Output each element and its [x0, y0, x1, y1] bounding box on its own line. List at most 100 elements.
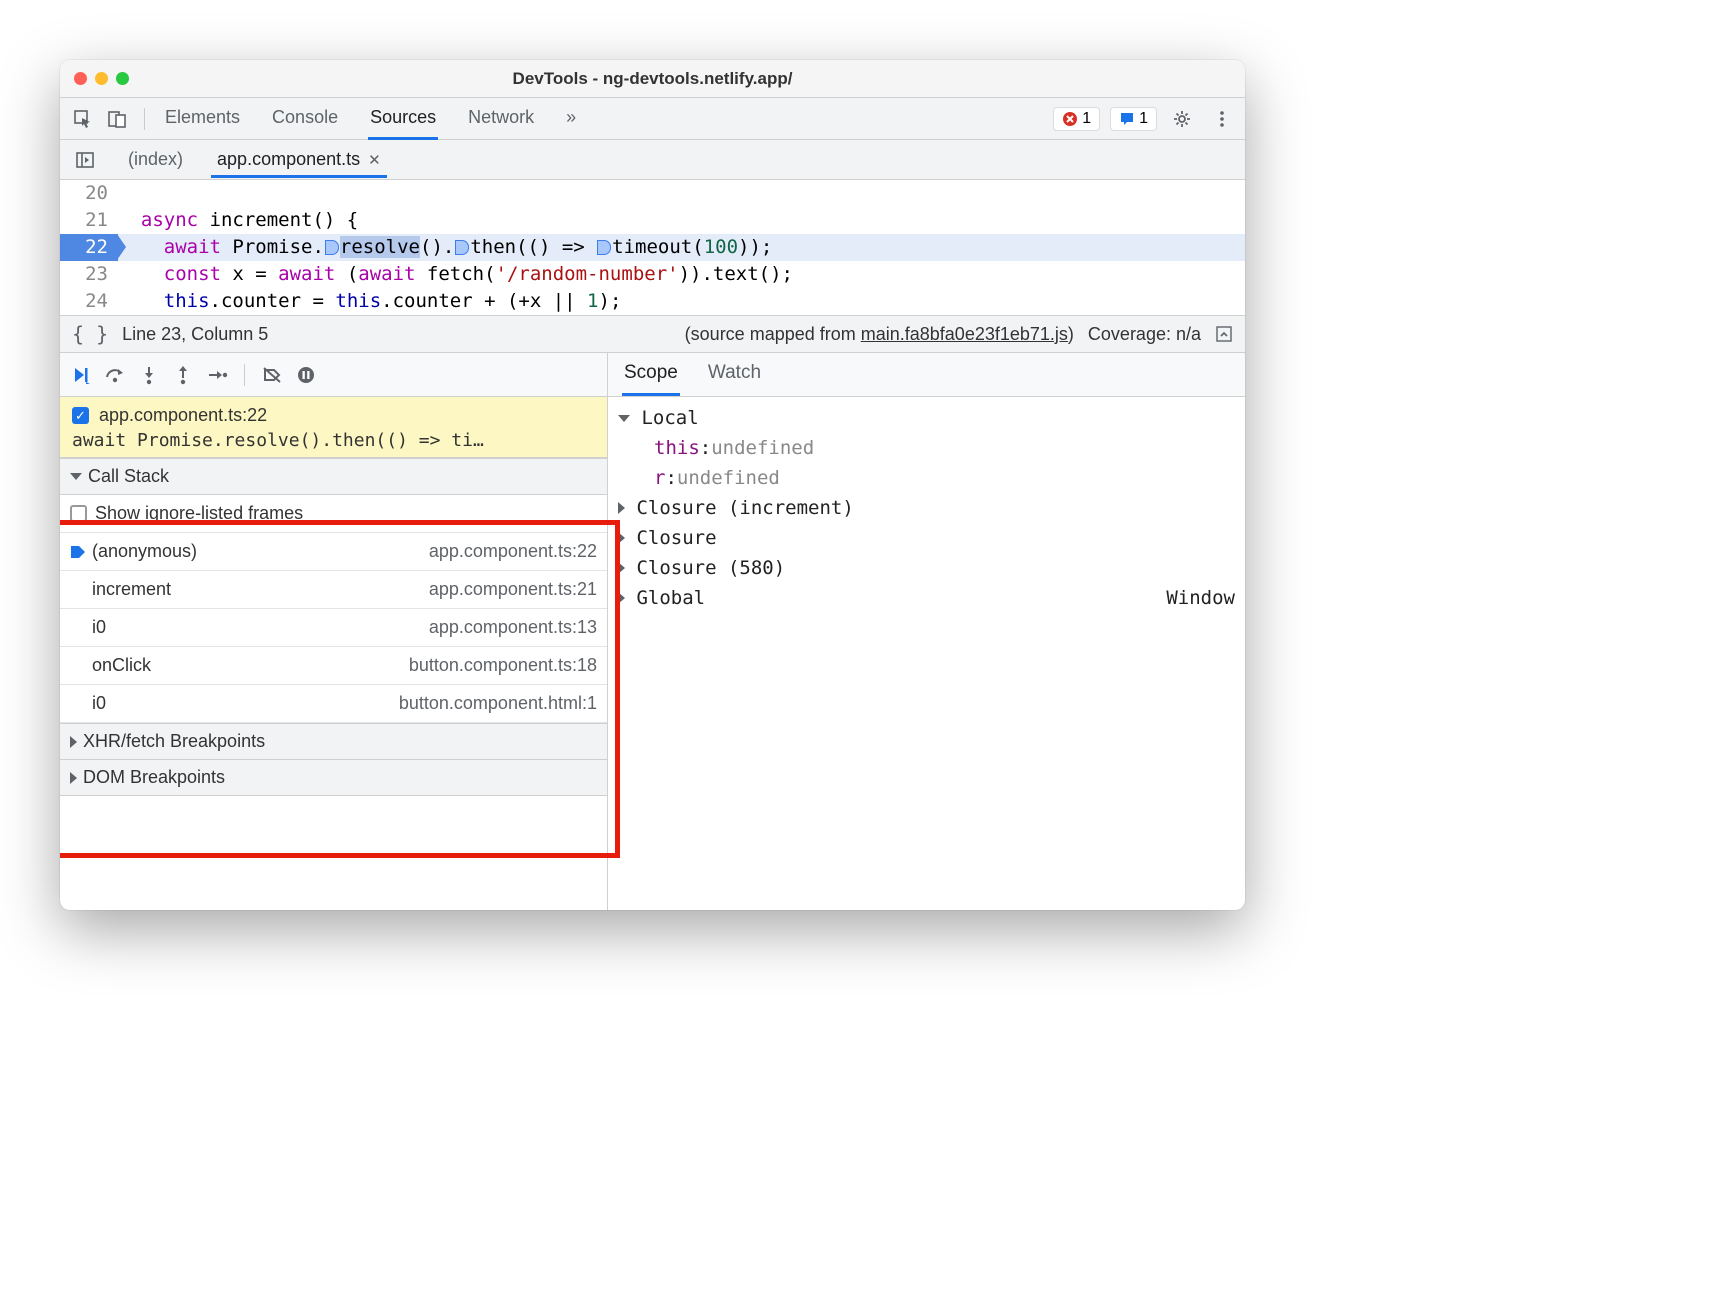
separator — [244, 364, 245, 386]
line-number[interactable]: 20 — [60, 180, 118, 207]
code-line: await Promise.resolve().then(() => timeo… — [118, 234, 1245, 261]
call-stack-frame[interactable]: (anonymous) app.component.ts:22 — [60, 533, 607, 571]
source-map-link[interactable]: main.fa8bfa0e23f1eb71.js — [861, 324, 1068, 344]
deactivate-breakpoints-icon[interactable] — [261, 364, 283, 386]
scope-list: Local this: undefined r: undefined Closu… — [608, 397, 1245, 619]
frame-location: app.component.ts:22 — [429, 541, 597, 562]
scope-closure-580[interactable]: Closure (580) — [608, 553, 1245, 583]
toolbar-right: 1 1 — [1053, 104, 1237, 134]
breakpoint-label[interactable]: app.component.ts:22 — [99, 405, 267, 426]
call-stack-frame[interactable]: increment app.component.ts:21 — [60, 571, 607, 609]
scope-closure[interactable]: Closure — [608, 523, 1245, 553]
chevron-down-icon — [70, 473, 82, 480]
tab-network[interactable]: Network — [466, 98, 536, 140]
pretty-print-icon[interactable]: { } — [72, 322, 108, 346]
issues-badge[interactable]: 1 — [1110, 107, 1157, 131]
close-window-button[interactable] — [74, 72, 87, 85]
frame-location: app.component.ts:13 — [429, 617, 597, 638]
section-label: DOM Breakpoints — [83, 767, 225, 788]
frame-function: onClick — [92, 655, 151, 676]
maximize-window-button[interactable] — [116, 72, 129, 85]
paused-breakpoint-box: ✓ app.component.ts:22 await Promise.reso… — [60, 397, 607, 458]
tab-console[interactable]: Console — [270, 98, 340, 140]
debugger-split: ✓ app.component.ts:22 await Promise.reso… — [60, 353, 1245, 910]
xhr-breakpoints-header[interactable]: XHR/fetch Breakpoints — [60, 723, 607, 760]
file-tab-app-component[interactable]: app.component.ts ✕ — [211, 141, 387, 178]
file-tabs: (index) app.component.ts ✕ — [60, 140, 1245, 180]
breakpoint-preview: await Promise.resolve().then(() => ti… — [72, 430, 595, 451]
traffic-lights — [74, 72, 129, 85]
step-out-icon[interactable] — [172, 364, 194, 386]
chevron-right-icon — [618, 562, 625, 574]
kebab-menu-icon[interactable] — [1207, 104, 1237, 134]
devtools-window: DevTools - ng-devtools.netlify.app/ Elem… — [60, 60, 1245, 910]
scope-closure-increment[interactable]: Closure (increment) — [608, 493, 1245, 523]
editor-status-bar: { } Line 23, Column 5 (source mapped fro… — [60, 315, 1245, 353]
file-tab-label: (index) — [128, 149, 183, 170]
separator — [144, 108, 145, 130]
message-icon — [1119, 111, 1135, 127]
scope-local[interactable]: Local — [608, 403, 1245, 433]
device-toolbar-icon[interactable] — [102, 104, 132, 134]
pause-on-exceptions-icon[interactable] — [295, 364, 317, 386]
frame-function: i0 — [92, 617, 106, 638]
show-navigator-icon[interactable] — [70, 145, 100, 175]
tab-watch[interactable]: Watch — [706, 353, 763, 396]
tab-overflow[interactable]: » — [564, 98, 578, 140]
call-stack-frame[interactable]: i0 app.component.ts:13 — [60, 609, 607, 647]
step-over-icon[interactable] — [104, 364, 126, 386]
debugger-toolbar — [60, 353, 607, 397]
resume-icon[interactable] — [70, 364, 92, 386]
expand-icon[interactable] — [1215, 325, 1233, 343]
breakpoint-checkbox[interactable]: ✓ — [72, 407, 89, 424]
line-number[interactable]: 23 — [60, 261, 118, 288]
section-label: XHR/fetch Breakpoints — [83, 731, 265, 752]
settings-icon[interactable] — [1167, 104, 1197, 134]
call-stack-frame[interactable]: i0button.component.html:1 — [60, 685, 607, 723]
error-badge[interactable]: 1 — [1053, 107, 1100, 131]
step-icon[interactable] — [206, 364, 228, 386]
scope-var-r[interactable]: r: undefined — [608, 463, 1245, 493]
line-number[interactable]: 24 — [60, 288, 118, 315]
frame-function: (anonymous) — [92, 541, 197, 562]
show-ignored-label: Show ignore-listed frames — [95, 503, 303, 524]
scope-global-value: Window — [1166, 583, 1235, 613]
scope-global[interactable]: GlobalWindow — [608, 583, 1245, 613]
debugger-left-pane: ✓ app.component.ts:22 await Promise.reso… — [60, 353, 608, 910]
chevron-down-icon — [618, 415, 630, 422]
titlebar: DevTools - ng-devtools.netlify.app/ — [60, 60, 1245, 98]
call-stack-header[interactable]: Call Stack — [60, 458, 607, 495]
call-stack-frame[interactable]: onClick button.component.ts:18 — [60, 647, 607, 685]
tab-sources[interactable]: Sources — [368, 98, 438, 140]
file-tab-label: app.component.ts — [217, 149, 360, 170]
chevron-right-icon — [70, 772, 77, 784]
code-line: async increment() { — [118, 207, 1245, 234]
close-tab-icon[interactable]: ✕ — [368, 151, 381, 169]
debugger-right-pane: Scope Watch Local this: undefined r: und… — [608, 353, 1245, 910]
code-line — [118, 180, 1245, 207]
current-frame-icon — [70, 545, 86, 559]
checkbox-empty[interactable] — [70, 505, 87, 522]
code-editor[interactable]: 20 21 async increment() { 22 await Promi… — [60, 180, 1245, 315]
chevron-right-icon — [618, 502, 625, 514]
scope-var-this[interactable]: this: undefined — [608, 433, 1245, 463]
inspect-element-icon[interactable] — [68, 104, 98, 134]
tab-scope[interactable]: Scope — [622, 353, 680, 396]
error-icon — [1062, 111, 1078, 127]
dom-breakpoints-header[interactable]: DOM Breakpoints — [60, 760, 607, 796]
main-toolbar: Elements Console Sources Network » 1 1 — [60, 98, 1245, 140]
line-number[interactable]: 22 — [60, 234, 118, 261]
show-ignored-frames-row[interactable]: Show ignore-listed frames — [60, 495, 607, 533]
frame-location: button.component.ts:18 — [409, 655, 597, 676]
frame-location: app.component.ts:21 — [429, 579, 597, 600]
panel-tabs: Elements Console Sources Network » — [163, 98, 578, 140]
cursor-position: Line 23, Column 5 — [122, 324, 268, 345]
minimize-window-button[interactable] — [95, 72, 108, 85]
tab-elements[interactable]: Elements — [163, 98, 242, 140]
file-tab-index[interactable]: (index) — [122, 141, 189, 178]
scope-watch-tabs: Scope Watch — [608, 353, 1245, 397]
step-into-icon[interactable] — [138, 364, 160, 386]
line-number[interactable]: 21 — [60, 207, 118, 234]
frame-function: i0 — [92, 693, 106, 714]
frame-function: increment — [92, 579, 171, 600]
